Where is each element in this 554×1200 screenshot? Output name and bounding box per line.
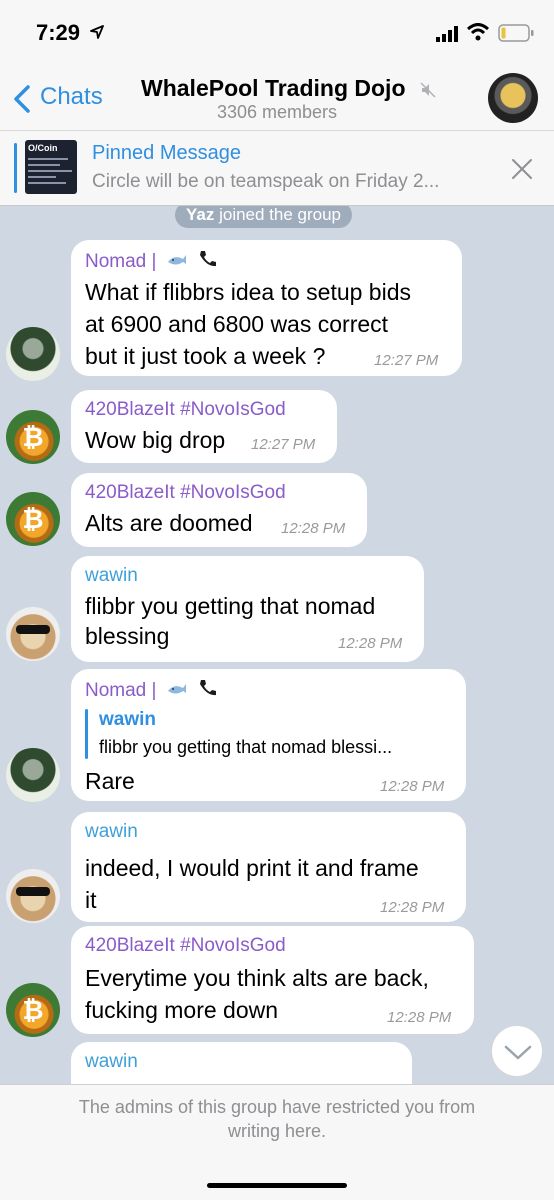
thumb-line [28, 182, 66, 184]
restricted-line: The admins of this group have restricted… [78, 1097, 476, 1117]
message-bubble[interactable]: wawin [71, 1042, 412, 1084]
sender-name[interactable]: wawin [85, 565, 138, 587]
message-time: 12:28 PM [387, 1009, 452, 1026]
message-time: 12:27 PM [374, 352, 439, 369]
message-line: Alts are doomed [85, 510, 253, 536]
scroll-to-bottom-button[interactable] [491, 1025, 543, 1077]
reply-accent-line [85, 709, 88, 759]
bitcoin-icon: ₿ [22, 995, 44, 1025]
message-bubble[interactable]: Nomad | What if flibbrs idea to setup bi… [71, 240, 462, 376]
sender-name[interactable]: 420BlazeIt #NovoIsGod [85, 935, 286, 957]
message-time: 12:28 PM [338, 635, 403, 652]
cellular-signal-icon [436, 26, 458, 42]
group-avatar[interactable] [488, 73, 538, 123]
close-icon[interactable] [509, 156, 535, 182]
thumb-line [28, 164, 60, 166]
avatar[interactable] [6, 869, 60, 923]
avatar[interactable]: ₿ [6, 983, 60, 1037]
avatar[interactable] [6, 607, 60, 661]
message-bubble[interactable]: Nomad | wawin flibbr you getting that no… [71, 669, 466, 801]
message-line: What if flibbrs idea to setup bids [85, 279, 411, 305]
phone-icon [197, 249, 219, 275]
pinned-title: Pinned Message [92, 142, 241, 164]
message-bubble[interactable]: 420BlazeIt #NovoIsGod Everytime you thin… [71, 926, 474, 1034]
phone-icon [197, 678, 219, 704]
battery-icon [498, 24, 534, 42]
chevron-down-icon [504, 1045, 532, 1060]
message-bubble[interactable]: wawin indeed, I would print it and frame… [71, 812, 466, 922]
message-time: 12:28 PM [380, 899, 445, 916]
message-line: Everytime you think alts are back, [85, 965, 429, 991]
chat-area[interactable]: Yaz joined the group Nomad | What if fli… [0, 206, 554, 1084]
message-time: 12:28 PM [380, 778, 445, 795]
sunglasses-shape [16, 625, 50, 634]
bitcoin-icon: ₿ [22, 504, 44, 534]
member-count: 3306 members [216, 102, 338, 122]
message-line: Wow big drop [85, 427, 226, 453]
sender-name[interactable]: Nomad | [85, 678, 219, 704]
location-arrow-icon [90, 25, 104, 39]
pinned-thumb-label: O/Coin [28, 143, 58, 153]
status-time: 7:29 [36, 20, 81, 45]
message-bubble[interactable]: wawin flibbr you getting that nomad bles… [71, 556, 424, 662]
message-line: indeed, I would print it and frame [85, 855, 419, 881]
message-line: Rare [85, 768, 135, 794]
message-time: 12:27 PM [251, 436, 316, 453]
system-join-message: Yaz joined the group [175, 206, 353, 228]
join-username: Yaz [186, 206, 215, 224]
message-time: 12:28 PM [281, 520, 346, 537]
sender-name[interactable]: wawin [85, 1051, 138, 1073]
reply-preview[interactable]: flibbr you getting that nomad blessi... [99, 737, 392, 758]
message-line: it [85, 887, 97, 913]
sender-name[interactable]: wawin [85, 821, 138, 843]
whale-icon [166, 679, 188, 703]
thumb-line [28, 158, 68, 160]
message-line: but it just took a week ? [85, 343, 326, 369]
input-panel: The admins of this group have restricted… [0, 1084, 554, 1200]
avatar[interactable]: ₿ [6, 492, 60, 546]
message-bubble[interactable]: 420BlazeIt #NovoIsGod Wow big drop 12:27… [71, 390, 337, 463]
home-indicator[interactable] [207, 1183, 347, 1188]
bitcoin-icon: ₿ [22, 422, 44, 452]
avatar[interactable]: ₿ [6, 410, 60, 464]
whale-icon [166, 250, 188, 274]
pinned-message-bar[interactable]: O/Coin Pinned Message Circle will be on … [0, 130, 554, 206]
pinned-thumbnail: O/Coin [25, 140, 77, 194]
message-line: flibbr you getting that nomad [85, 593, 376, 619]
restricted-notice: The admins of this group have restricted… [20, 1095, 534, 1143]
sender-name[interactable]: 420BlazeIt #NovoIsGod [85, 482, 286, 504]
sender-name[interactable]: 420BlazeIt #NovoIsGod [85, 399, 286, 421]
sender-name[interactable]: Nomad | [85, 249, 219, 275]
pinned-accent-line [14, 143, 17, 193]
reply-sender[interactable]: wawin [99, 709, 156, 731]
sunglasses-shape [16, 887, 50, 896]
navigation-bar: Chats WhalePool Trading Dojo 3306 member… [0, 66, 554, 130]
thumb-line [28, 176, 56, 178]
message-line: fucking more down [85, 997, 279, 1023]
status-bar: 7:29 [0, 0, 554, 66]
message-line: blessing [85, 623, 170, 649]
thumb-line [28, 170, 72, 172]
chat-title[interactable]: WhalePool Trading Dojo [141, 75, 406, 102]
muted-icon [420, 82, 436, 98]
avatar[interactable] [6, 327, 60, 381]
avatar[interactable] [6, 748, 60, 802]
wifi-icon [466, 23, 490, 41]
pinned-text: Circle will be on teamspeak on Friday 2.… [92, 171, 440, 192]
restricted-line: writing here. [227, 1121, 327, 1141]
message-bubble[interactable]: 420BlazeIt #NovoIsGod Alts are doomed 12… [71, 473, 367, 547]
join-text: joined the group [214, 206, 342, 224]
message-line: at 6900 and 6800 was correct [85, 311, 389, 337]
